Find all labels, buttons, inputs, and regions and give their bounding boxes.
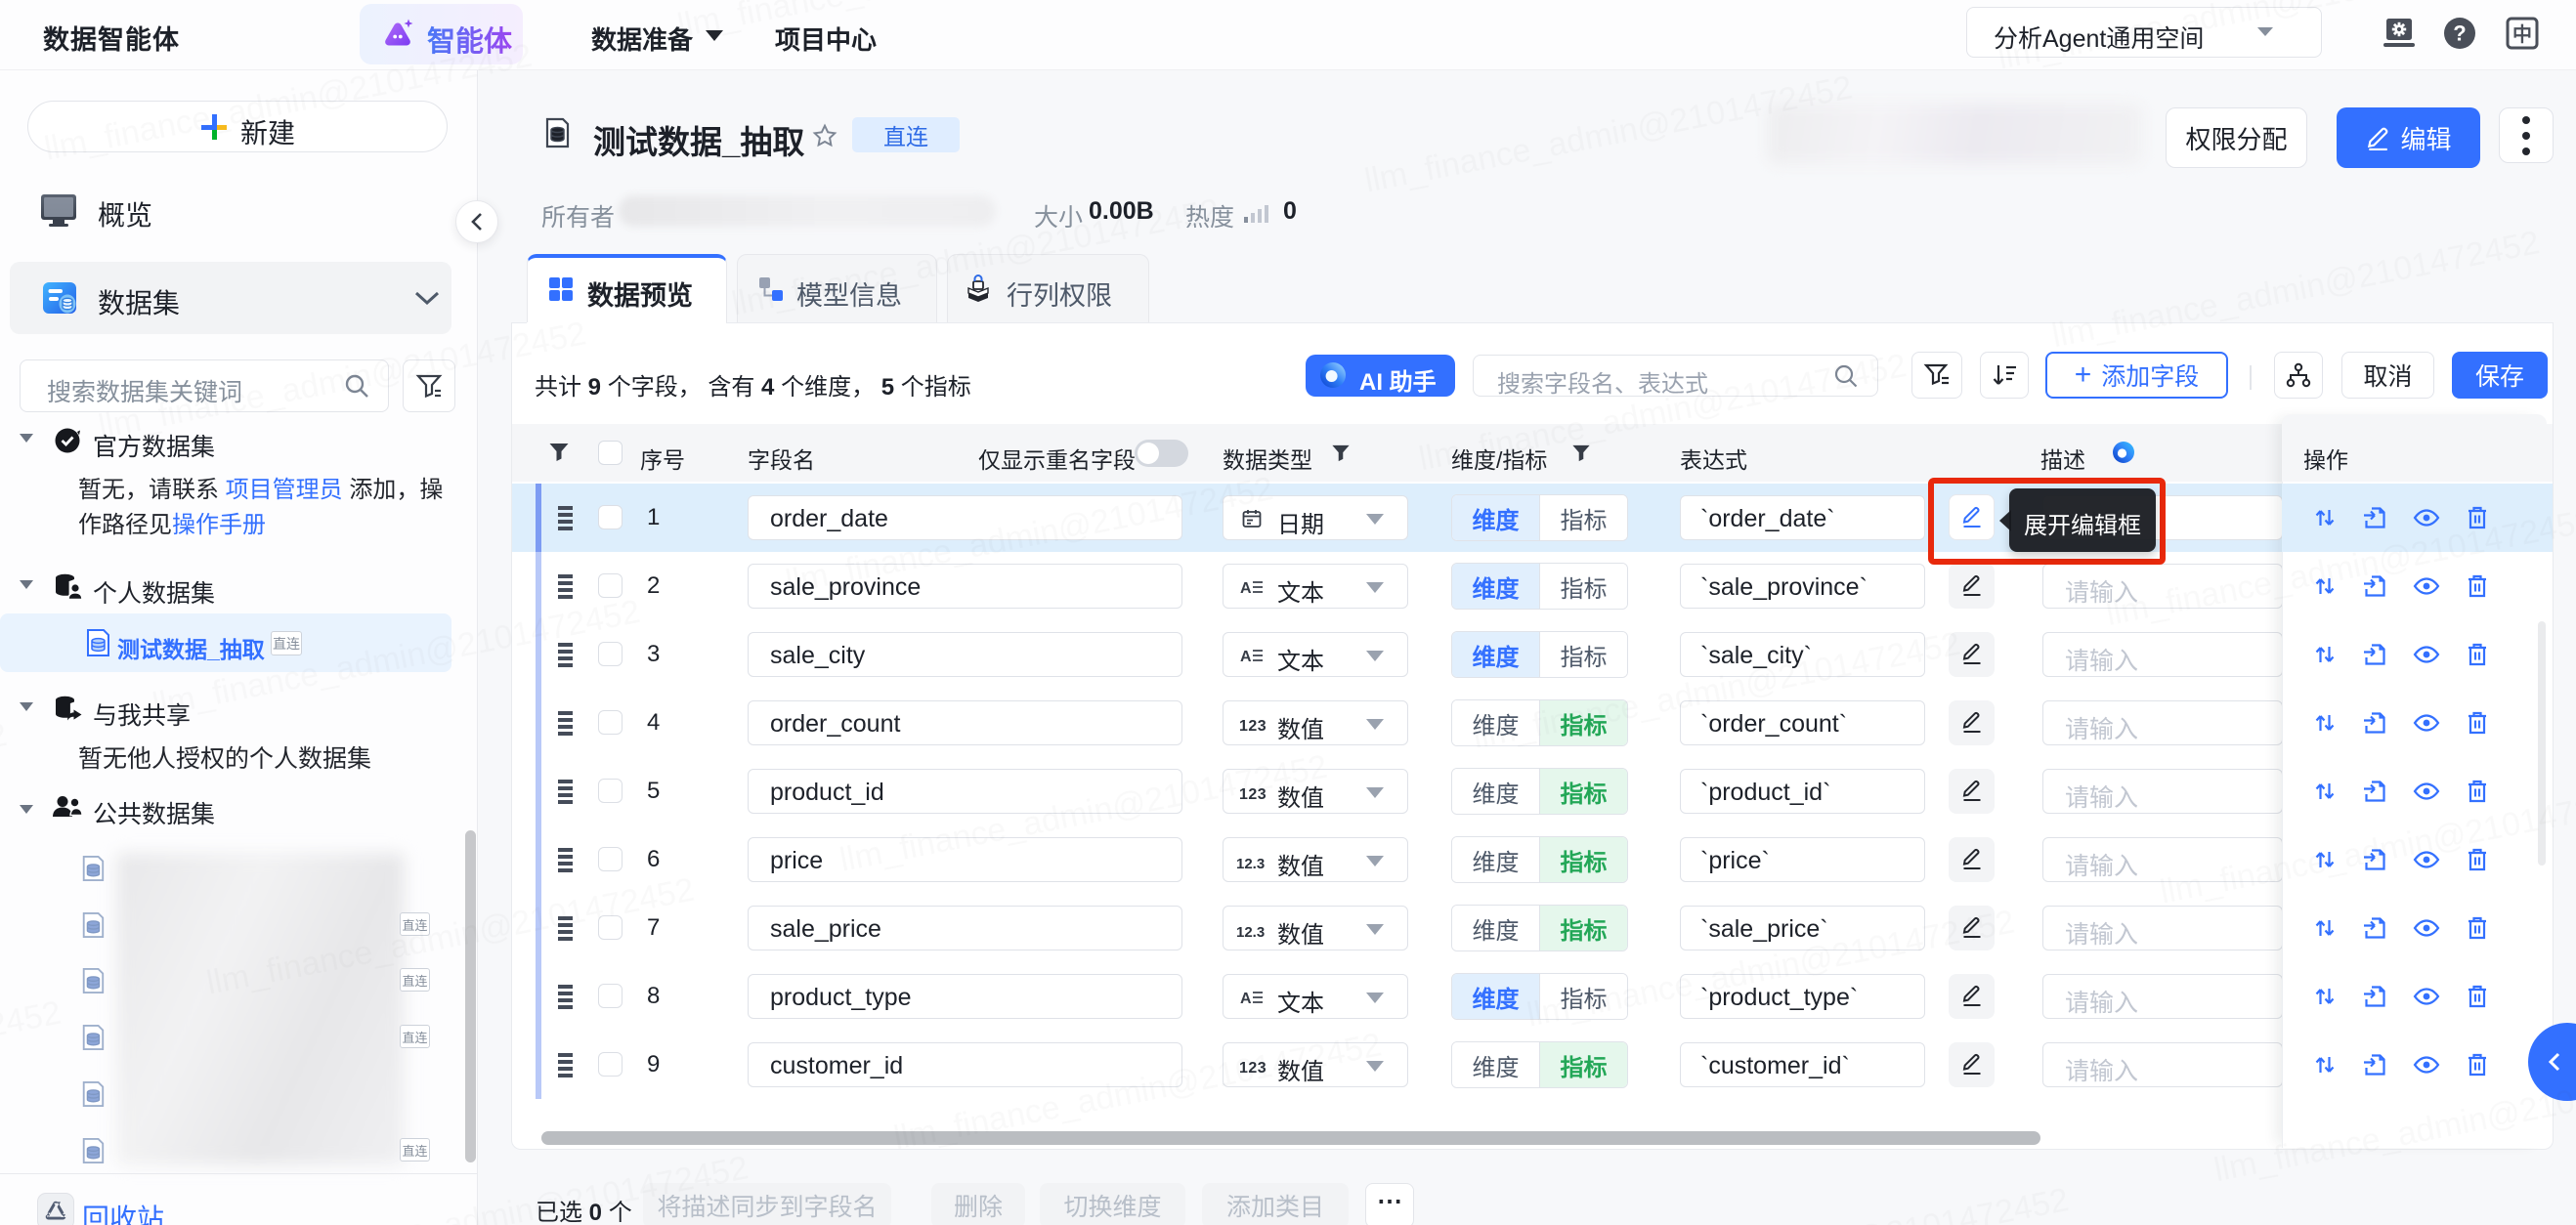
svg-text:A: A (1240, 649, 1252, 665)
svg-text:中: 中 (2512, 22, 2532, 46)
svg-text:?: ? (2453, 21, 2466, 46)
svg-text:A: A (1240, 991, 1252, 1007)
svg-text:A: A (1240, 580, 1252, 597)
